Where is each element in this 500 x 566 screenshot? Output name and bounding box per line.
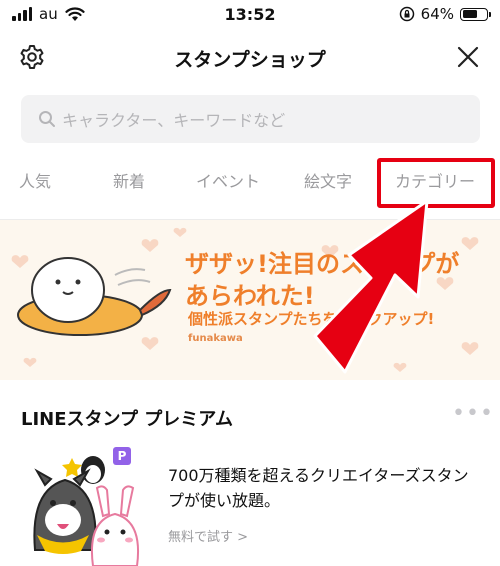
banner-subline: 個性派スタンプたちをピックアップ! xyxy=(188,310,435,328)
banner-headline-1: ザザッ!注目のスタンプが xyxy=(185,250,460,278)
search-icon xyxy=(39,111,55,127)
tab-new[interactable]: 新着 xyxy=(113,168,145,192)
premium-section-title: LINEスタンプ プレミアム xyxy=(21,409,233,430)
banner-headline-2: あらわれた! xyxy=(185,282,315,310)
tab-popular[interactable]: 人気 xyxy=(19,168,51,192)
premium-description: 700万種類を超えるクリエイターズスタンプが使い放題。 xyxy=(168,466,469,510)
banner-author: funakawa xyxy=(188,333,243,344)
close-icon[interactable] xyxy=(454,43,482,71)
battery-icon xyxy=(460,7,491,21)
promo-banner[interactable]: ザザッ!注目のスタンプが あらわれた! 個性派スタンプたちをピックアップ! fu… xyxy=(0,220,500,380)
status-right: 64% xyxy=(399,5,491,23)
status-bar: au 13:52 64% xyxy=(0,0,500,30)
tab-event[interactable]: イベント xyxy=(196,168,260,192)
page-title: スタンプショップ xyxy=(174,49,326,71)
search-input[interactable]: キャラクター、キーワードなど xyxy=(21,95,480,143)
search-placeholder: キャラクター、キーワードなど xyxy=(62,111,286,130)
header: スタンプショップ xyxy=(0,34,500,80)
seal-character xyxy=(17,257,172,336)
rotation-lock-icon xyxy=(399,6,414,22)
tab-emoji[interactable]: 絵文字 xyxy=(304,168,352,192)
category-highlight-box xyxy=(377,158,495,208)
battery-percent: 64% xyxy=(420,5,454,23)
premium-badge: P xyxy=(113,447,131,465)
try-free-link[interactable]: 無料で試す > xyxy=(168,526,248,545)
more-icon[interactable]: ••• xyxy=(452,403,494,425)
